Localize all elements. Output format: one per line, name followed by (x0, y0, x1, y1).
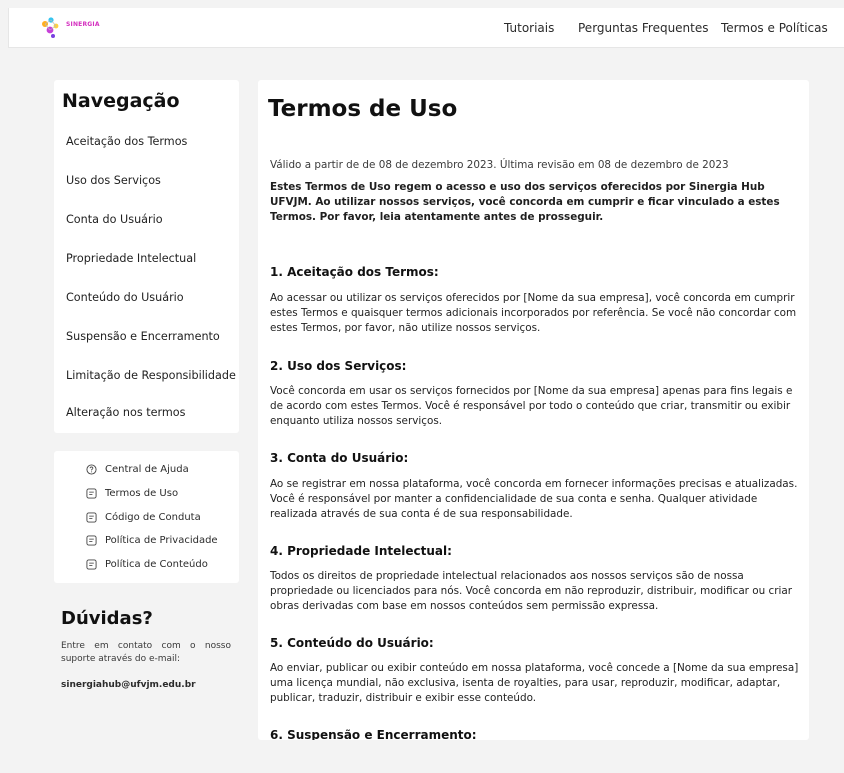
section-text-4: Todos os direitos de propriedade intelec… (270, 570, 793, 612)
link-politica-privacidade[interactable]: Política de Privacidade (86, 533, 218, 547)
nav-termos-politicas[interactable]: Termos e Políticas (721, 21, 828, 35)
sidebar-item-limitacao[interactable]: Limitação de Responsibilidade (66, 369, 236, 382)
intro-paragraph: Estes Termos de Uso regem o acesso e uso… (270, 181, 780, 223)
section-text-3: Ao se registrar em nossa plataforma, voc… (270, 478, 798, 520)
link-central-ajuda[interactable]: Central de Ajuda (86, 462, 189, 476)
section-heading-3: 3. Conta do Usuário: (270, 451, 409, 465)
link-label: Termos de Uso (105, 487, 179, 499)
sidebar-item-uso-servicos[interactable]: Uso dos Serviços (66, 174, 161, 187)
terms-content: Termos de Uso Válido a partir de de 08 d… (258, 80, 809, 740)
sidebar-item-aceitacao[interactable]: Aceitação dos Termos (66, 135, 187, 148)
section-text-2: Você concorda em usar os serviços fornec… (270, 385, 793, 427)
sidebar-navigation: Navegação Aceitação dos Termos Uso dos S… (54, 80, 239, 433)
duvidas-text: Entre em contato com o nosso suporte atr… (61, 641, 231, 664)
section-heading-5: 5. Conteúdo do Usuário: (270, 636, 434, 650)
support-email[interactable]: sinergiahub@ufvjm.edu.br (61, 680, 196, 690)
sidebar-item-conta-usuario[interactable]: Conta do Usuário (66, 213, 163, 226)
section-heading-1: 1. Aceitação dos Termos: (270, 265, 439, 279)
section-text-1: Ao acessar ou utilizar os serviços ofere… (270, 292, 797, 334)
document-icon (86, 511, 97, 523)
nav-perguntas-frequentes[interactable]: Perguntas Frequentes (578, 21, 709, 35)
sidebar-title: Navegação (62, 90, 180, 112)
help-circle-icon (86, 463, 97, 475)
nav-tutoriais[interactable]: Tutoriais (504, 21, 554, 35)
sidebar-item-suspensao[interactable]: Suspensão e Encerramento (66, 330, 220, 343)
page-title: Termos de Uso (268, 96, 458, 122)
section-heading-2: 2. Uso dos Serviços: (270, 359, 407, 373)
document-icon (86, 558, 97, 570)
top-nav-links: Tutoriais Perguntas Frequentes Termos e … (9, 8, 844, 48)
policy-links-card: Central de Ajuda Termos de Uso Código de… (54, 451, 239, 583)
link-codigo-conduta[interactable]: Código de Conduta (86, 510, 201, 524)
section-text-5: Ao enviar, publicar ou exibir conteúdo e… (270, 662, 799, 704)
sidebar-item-alteracao[interactable]: Alteração nos termos (66, 406, 185, 419)
document-icon (86, 534, 97, 546)
link-termos-uso[interactable]: Termos de Uso (86, 486, 178, 500)
section-heading-6: 6. Suspensão e Encerramento: (270, 728, 477, 740)
link-label: Central de Ajuda (105, 463, 189, 475)
top-navbar: SINERGIA Tutoriais Perguntas Frequentes … (8, 8, 844, 48)
link-label: Código de Conduta (105, 511, 201, 523)
link-politica-conteudo[interactable]: Política de Conteúdo (86, 557, 208, 571)
link-label: Política de Privacidade (105, 534, 218, 546)
duvidas-title: Dúvidas? (61, 608, 153, 629)
link-label: Política de Conteúdo (105, 558, 208, 570)
sidebar-item-propriedade[interactable]: Propriedade Intelectual (66, 252, 196, 265)
section-heading-4: 4. Propriedade Intelectual: (270, 544, 452, 558)
sidebar-item-conteudo-usuario[interactable]: Conteúdo do Usuário (66, 291, 184, 304)
validity-date: Válido a partir de de 08 de dezembro 202… (270, 159, 729, 171)
document-icon (86, 487, 97, 499)
